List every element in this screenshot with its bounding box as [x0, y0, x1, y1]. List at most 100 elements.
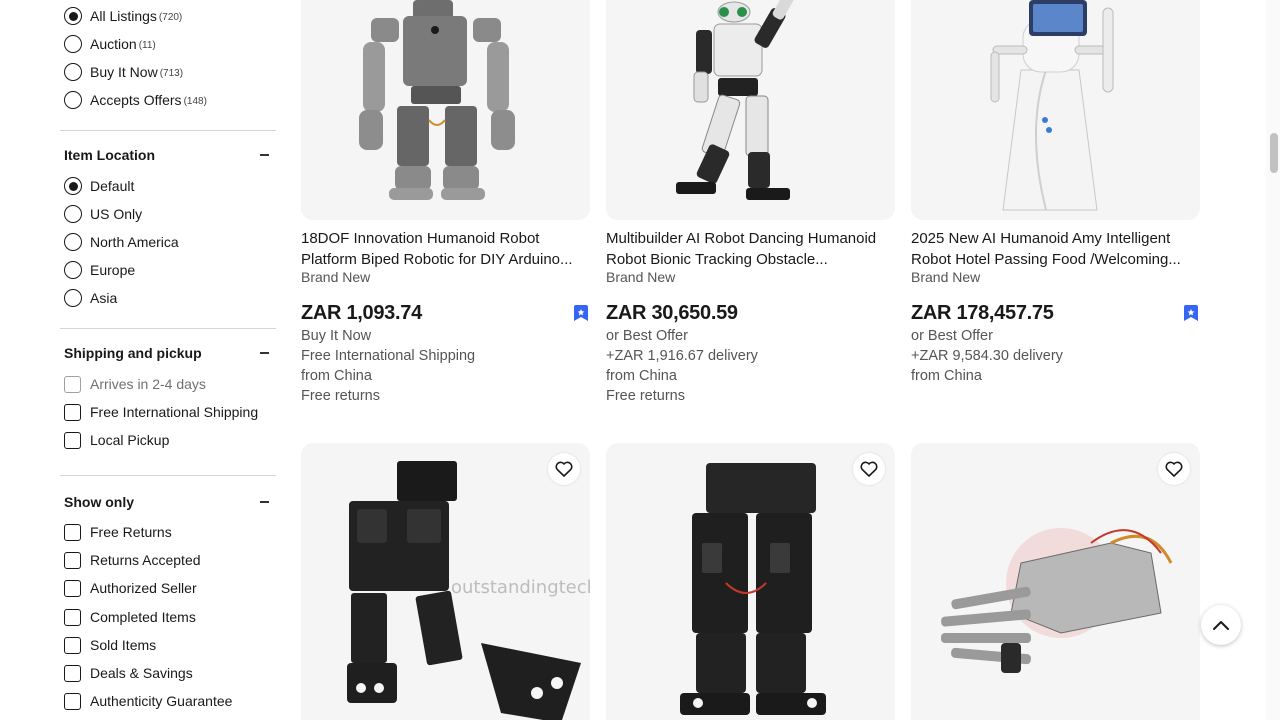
checkbox[interactable]	[64, 608, 81, 626]
section-header-show-only[interactable]: Show only	[64, 492, 270, 512]
checkbox[interactable]	[64, 375, 81, 393]
listing-price: ZAR 1,093.74	[301, 302, 422, 324]
checkbox[interactable]	[64, 636, 81, 654]
favorite-button[interactable]	[548, 453, 580, 485]
listing-title[interactable]: 18DOF Innovation Humanoid Robot Platform…	[301, 228, 590, 270]
option-label: North America	[90, 234, 179, 250]
option-label: Buy It Now	[90, 64, 158, 80]
listing-location: from China	[606, 368, 677, 384]
robot-hand-image	[941, 528, 1173, 673]
scrollbar-thumb[interactable]	[1270, 133, 1278, 173]
filter-option-sold-items[interactable]: Sold Items	[64, 635, 156, 655]
back-to-top-button[interactable]	[1201, 605, 1241, 645]
filter-option-free-international-shipping[interactable]: Free International Shipping	[64, 402, 258, 422]
filter-option-north-america[interactable]: North America	[64, 232, 179, 252]
filter-option-us-only[interactable]: US Only	[64, 204, 142, 224]
option-label: Europe	[90, 262, 136, 278]
listing-title[interactable]: Multibuilder AI Robot Dancing Humanoid R…	[606, 228, 895, 270]
listing-condition: Brand New	[301, 269, 371, 285]
filter-option-buy-it-now[interactable]: Buy It Now (713)	[64, 62, 183, 82]
filter-option-auction[interactable]: Auction (11)	[64, 34, 156, 54]
listing-price: ZAR 30,650.59	[606, 302, 738, 324]
option-label: Sold Items	[90, 637, 157, 653]
radio-button[interactable]	[64, 7, 82, 25]
biped-kit-image: outstandingtecl	[347, 461, 590, 720]
option-count: (148)	[183, 95, 207, 107]
radio-button[interactable]	[64, 35, 82, 53]
radio-button[interactable]	[64, 205, 82, 223]
section-header-item-location[interactable]: Item Location	[64, 145, 270, 165]
option-label: Arrives in 2-4 days	[90, 376, 206, 392]
section-divider	[60, 475, 276, 476]
listing-price: ZAR 178,457.75	[911, 302, 1054, 324]
filter-option-completed-items[interactable]: Completed Items	[64, 607, 196, 627]
listing-shipping: +ZAR 9,584.30 delivery	[911, 348, 1063, 364]
radio-button[interactable]	[64, 233, 82, 251]
filter-option-europe[interactable]: Europe	[64, 260, 135, 280]
service-robot-image	[990, 0, 1114, 211]
favorite-button[interactable]	[853, 453, 885, 485]
chevron-up-icon	[1213, 621, 1229, 630]
checkbox[interactable]	[64, 403, 81, 421]
listing-image[interactable]	[911, 0, 1200, 220]
listing-shipping: Free International Shipping	[301, 348, 476, 364]
dancing-robot-image	[676, 0, 796, 200]
checkbox[interactable]	[64, 523, 81, 541]
listing-image[interactable]	[606, 0, 895, 220]
radio-button[interactable]	[64, 289, 82, 307]
checkbox[interactable]	[64, 664, 81, 682]
checkbox[interactable]	[64, 692, 81, 710]
filter-option-free-returns[interactable]: Free Returns	[64, 522, 172, 542]
section-title: Item Location	[64, 147, 156, 163]
option-label: Local Pickup	[90, 432, 170, 448]
filter-option-default-location[interactable]: Default	[64, 176, 134, 196]
option-label: Free Returns	[90, 524, 172, 540]
collapse-minus-icon[interactable]	[258, 149, 270, 161]
radio-button[interactable]	[64, 261, 82, 279]
checkbox[interactable]	[64, 431, 81, 449]
heart-icon	[1165, 461, 1183, 477]
radio-button[interactable]	[64, 91, 82, 109]
favorite-button[interactable]	[1158, 453, 1190, 485]
listing-image[interactable]	[606, 443, 895, 720]
option-label: Default	[90, 178, 135, 194]
option-count: (720)	[158, 11, 183, 23]
listing-image[interactable]: outstandingtecl	[301, 443, 590, 720]
bookmark-icon[interactable]	[1184, 305, 1198, 321]
collapse-minus-icon[interactable]	[258, 496, 270, 508]
filter-option-local-pickup[interactable]: Local Pickup	[64, 430, 169, 450]
section-divider	[60, 328, 276, 329]
radio-button[interactable]	[64, 177, 82, 195]
listing-returns: Free returns	[606, 388, 685, 404]
watermark-text: outstandingtecl	[451, 577, 590, 598]
humanoid-robot-image	[359, 0, 515, 200]
filter-option-asia[interactable]: Asia	[64, 288, 117, 308]
listing-returns: Free returns	[301, 388, 380, 404]
filter-option-authenticity-guarantee[interactable]: Authenticity Guarantee	[64, 691, 232, 711]
section-header-shipping[interactable]: Shipping and pickup	[64, 343, 270, 363]
option-label: All Listings	[90, 8, 157, 24]
option-label: Returns Accepted	[90, 552, 201, 568]
radio-button[interactable]	[64, 63, 82, 81]
filter-option-authorized-seller[interactable]: Authorized Seller	[64, 578, 197, 598]
listing-image[interactable]	[911, 443, 1200, 720]
heart-icon	[555, 461, 573, 477]
filter-option-returns-accepted[interactable]: Returns Accepted	[64, 550, 201, 570]
listing-condition: Brand New	[911, 269, 981, 285]
collapse-minus-icon[interactable]	[258, 347, 270, 359]
filter-option-accepts-offers[interactable]: Accepts Offers (148)	[64, 90, 207, 110]
option-label: Free International Shipping	[90, 404, 259, 420]
listing-location: from China	[911, 368, 982, 384]
filter-option-arrives-2-4-days[interactable]: Arrives in 2-4 days	[64, 374, 206, 394]
filter-option-all-listings[interactable]: All Listings (720)	[64, 6, 182, 26]
filter-option-deals-savings[interactable]: Deals & Savings	[64, 663, 193, 683]
listing-shipping: +ZAR 1,916.67 delivery	[606, 348, 758, 364]
bookmark-icon[interactable]	[574, 305, 588, 321]
option-label: Asia	[90, 290, 118, 306]
option-count: (11)	[138, 39, 156, 51]
listing-image[interactable]	[301, 0, 590, 220]
checkbox[interactable]	[64, 551, 81, 569]
listing-title[interactable]: 2025 New AI Humanoid Amy Intelligent Rob…	[911, 228, 1200, 270]
checkbox[interactable]	[64, 579, 81, 597]
page-scrollbar[interactable]	[1266, 0, 1280, 720]
